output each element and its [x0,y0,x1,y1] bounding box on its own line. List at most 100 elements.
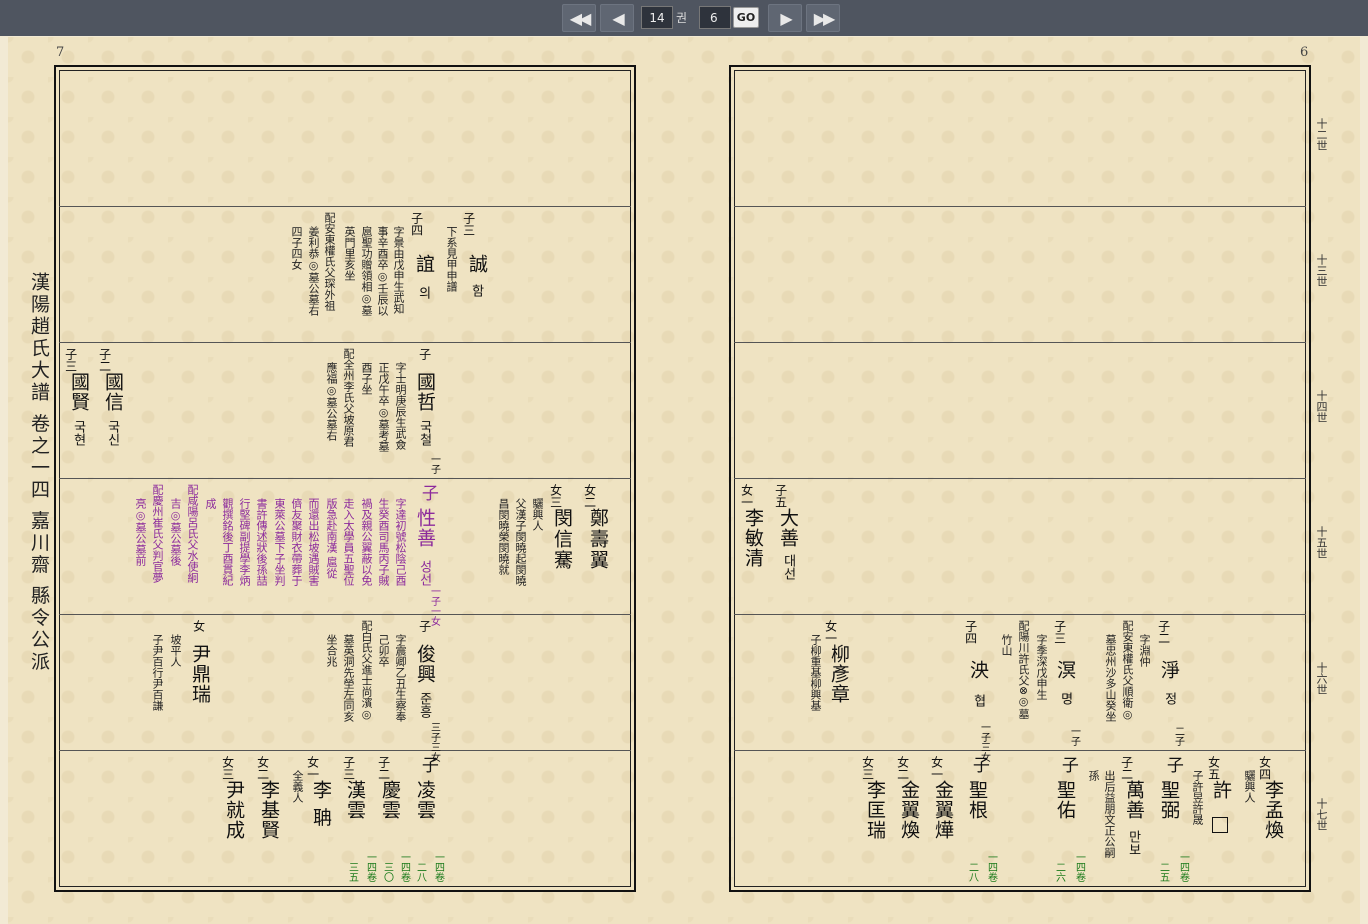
detail-text: 出后益朋文正公嗣 [1103,770,1116,858]
children-count: 一子 [1068,726,1080,746]
volume-unit-label: 권 [676,11,688,25]
detail-text: 字震卿乙丑生察奉 [394,634,407,722]
detail-text: 配慶州崔氏父判官夢 [151,484,164,583]
detail-text: 書許傳述狀後孫喆 [255,498,268,586]
generation-label: 十六世 [1315,662,1328,695]
person-name: 誠 [465,254,488,274]
detail-text: 墓英洞先塋左同亥 [342,634,355,722]
detail-text: 配白氏父進士尚濱◎ [360,620,373,721]
detail-text: 版急赴南漢 扈從 [325,498,338,579]
korean-reading: 대선 [780,554,796,580]
korean-reading: 성선 [416,560,432,586]
detail-text: 竹山 [1000,634,1013,656]
detail-text: 字景由戊申生武知 [392,226,405,314]
detail-text: 字達初號松陰己酉 [394,498,407,586]
last-page-button[interactable]: ▶▶ [806,4,840,32]
detail-text: 英門里亥坐 [343,226,356,281]
person-name: 李 聃 [309,780,332,828]
generation-label: 十四世 [1315,390,1328,423]
korean-reading: 명 [1057,692,1073,705]
person-name: 慶雲 [378,780,401,820]
relation-label: 子二 [376,756,391,780]
prev-page-button[interactable]: ◀ [600,4,634,32]
right-page-frame [729,65,1311,892]
relation-label: 女二 [255,756,270,780]
detail-text: 昌閔曉榮閔曉就 [497,498,510,575]
detail-text: 坡平人 [169,634,182,667]
person-name: 大善 [776,508,799,548]
person-name: 淨 [1157,660,1180,680]
navigation-toolbar: ◀◀ ◀ 14 권 6 GO ▶ ▶▶ [0,0,1368,36]
person-name: 聖根 [965,780,988,820]
detail-text: 成 [204,498,217,509]
children-count: 一子 [428,454,440,474]
person-name: 李基賢 [257,780,280,840]
relation-label: 子四 [963,620,978,644]
relation-label: 子 [1162,756,1183,773]
person-name: 閔信騫 [550,508,573,571]
person-name: 李匡瑞 [863,780,886,840]
first-page-icon: ◀◀ [569,8,592,28]
detail-text: 東萊公墓下子坐判 [273,498,286,586]
person-name: 柳彥章 [827,644,850,704]
page-reference: 三〇 [381,862,393,882]
detail-text: 子許昱許晟 [1191,770,1204,825]
relation-label: 子 [968,756,989,773]
detail-text: 扈聖功贈領相◎墓 [360,226,373,316]
person-name: 性善 [413,508,436,548]
page-reference: 三五 [346,862,358,882]
detail-text: 父漢子閔曉起閔曉 [514,498,527,586]
relation-label: 子 [417,348,432,360]
relation-label: 女二 [582,484,597,508]
relation-label: 子二 [1119,756,1134,780]
person-name: 李孟煥 [1261,780,1284,840]
relation-label: 子 [417,620,432,632]
page-input[interactable]: 6 [699,6,731,29]
person-name: 李敏清 [741,508,764,568]
korean-reading: 의 [415,286,431,299]
korean-reading: 국신 [104,420,120,446]
right-page-number: 6 [1300,45,1309,60]
volume-reference: 一四卷 [364,852,376,882]
go-button[interactable]: GO [733,7,759,28]
detail-text: 應福◎墓公墓右 [325,362,338,441]
page-reference: 二六 [1053,862,1065,882]
volume-input[interactable]: 14 [641,6,673,29]
first-page-button[interactable]: ◀◀ [562,4,596,32]
detail-text: 觀撰銘後丁酉貫紀 [221,498,234,586]
person-name: 國賢 [67,372,90,412]
person-name: 萬善 [1122,780,1145,820]
detail-text: 正戊午卒◎墓考墓 [377,362,390,452]
relation-label: 女二 [895,756,910,780]
relation-label: 女 [191,620,206,632]
detail-text: 墓忠州沙多山癸坐 [1104,634,1117,722]
relation-label: 女一 [739,484,754,508]
relation-label: 女三 [220,756,235,780]
detail-text: 坐合兆 [325,634,338,667]
detail-text: 驪興人 [531,498,544,531]
last-page-icon: ▶▶ [813,8,836,28]
detail-text: 事辛酉卒◎壬辰以 [376,226,389,316]
korean-reading: 협 [970,694,986,707]
korean-reading: 만보 [1125,830,1141,856]
detail-text: 配安東權氏父順衛◎ [1121,620,1134,721]
person-name: 誼 [412,254,435,274]
detail-text: 而還出松坡遇賊害 [307,498,320,586]
korean-reading: 정 [1161,692,1177,705]
detail-text: 禍及親公翼蔽以免 [360,498,373,586]
relation-label: 子五 [773,484,788,508]
relation-label: 子 [1057,756,1078,773]
korean-reading: 준흥 [416,692,432,718]
relation-label: 子二 [1156,620,1171,644]
prev-page-icon: ◀ [612,8,624,28]
korean-reading: 함 [468,284,484,297]
person-name: 國哲 [413,372,436,412]
person-name: 許 [1209,780,1232,800]
page-reference: 二八 [966,862,978,882]
detail-text: 配陽川許氏父⊗◎墓 [1017,620,1030,720]
person-name: 尹鼎瑞 [188,644,211,704]
next-page-icon: ▶ [780,8,792,28]
detail-text: 字季深戊申生 [1035,634,1048,700]
volume-reference: 一四卷 [1177,852,1189,882]
next-page-button[interactable]: ▶ [768,4,802,32]
